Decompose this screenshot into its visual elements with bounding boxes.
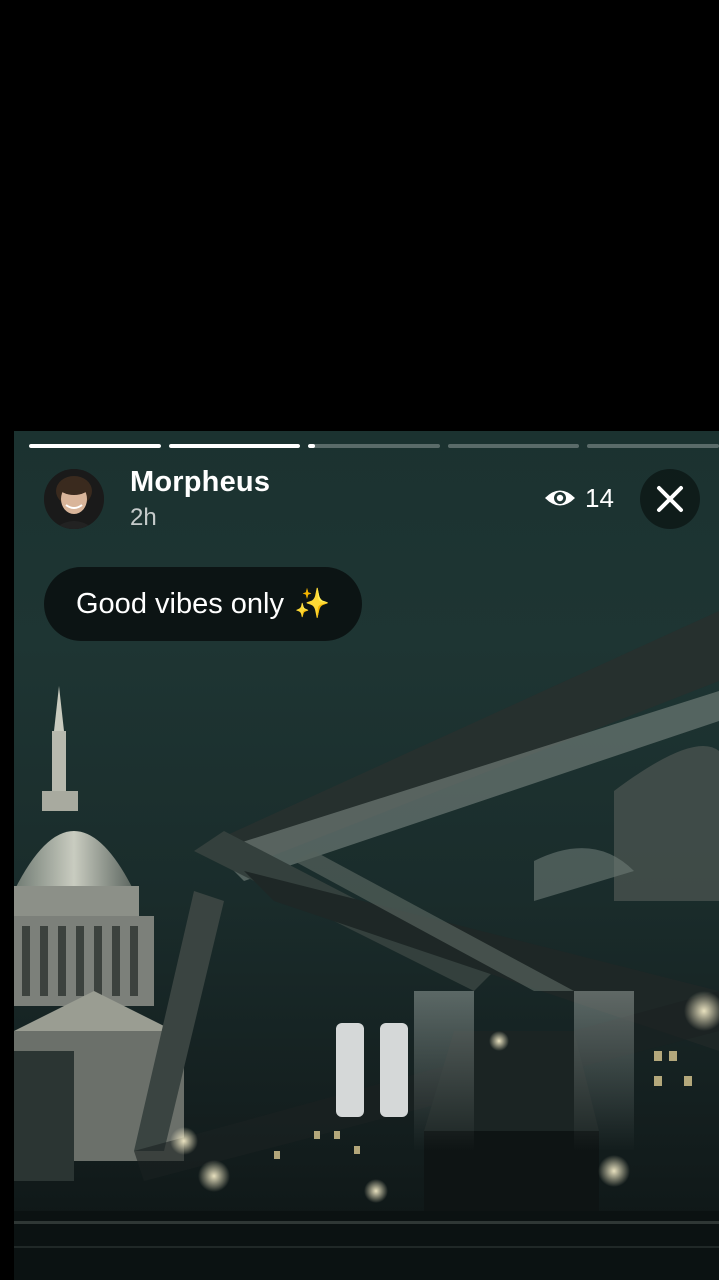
eye-icon xyxy=(545,490,575,506)
story-progress-bar xyxy=(29,444,719,448)
progress-segment xyxy=(308,444,440,448)
view-count[interactable]: 14 xyxy=(544,483,614,513)
pause-button[interactable] xyxy=(336,1023,408,1119)
story-caption: Good vibes only ✨ xyxy=(44,567,363,641)
story-background-image xyxy=(14,611,719,1280)
progress-segment xyxy=(29,444,161,448)
close-button[interactable] xyxy=(640,469,700,529)
story-viewer-screen: Morpheus 2h 14 Good vibes only ✨ xyxy=(0,0,719,1280)
progress-segment-fill xyxy=(29,444,161,448)
username[interactable]: Morpheus xyxy=(130,466,270,499)
progress-segment xyxy=(587,444,719,448)
user-avatar[interactable] xyxy=(44,469,104,529)
caption-text: Good vibes only xyxy=(76,587,284,620)
avatar-photo xyxy=(44,469,104,529)
progress-segment xyxy=(447,444,580,448)
post-time: 2h xyxy=(130,504,157,531)
progress-segment xyxy=(168,444,301,448)
pause-icon-bar-right xyxy=(380,1023,408,1117)
view-count-number: 14 xyxy=(585,482,614,513)
story-card[interactable]: Morpheus 2h 14 Good vibes only ✨ xyxy=(14,431,719,1280)
sparkles-emoji: ✨ xyxy=(293,588,331,620)
progress-segment-fill xyxy=(308,444,315,448)
close-icon xyxy=(657,486,683,512)
pause-icon-bar-left xyxy=(336,1023,364,1117)
story-header: Morpheus 2h 14 xyxy=(44,466,704,537)
progress-segment-fill xyxy=(168,444,301,448)
